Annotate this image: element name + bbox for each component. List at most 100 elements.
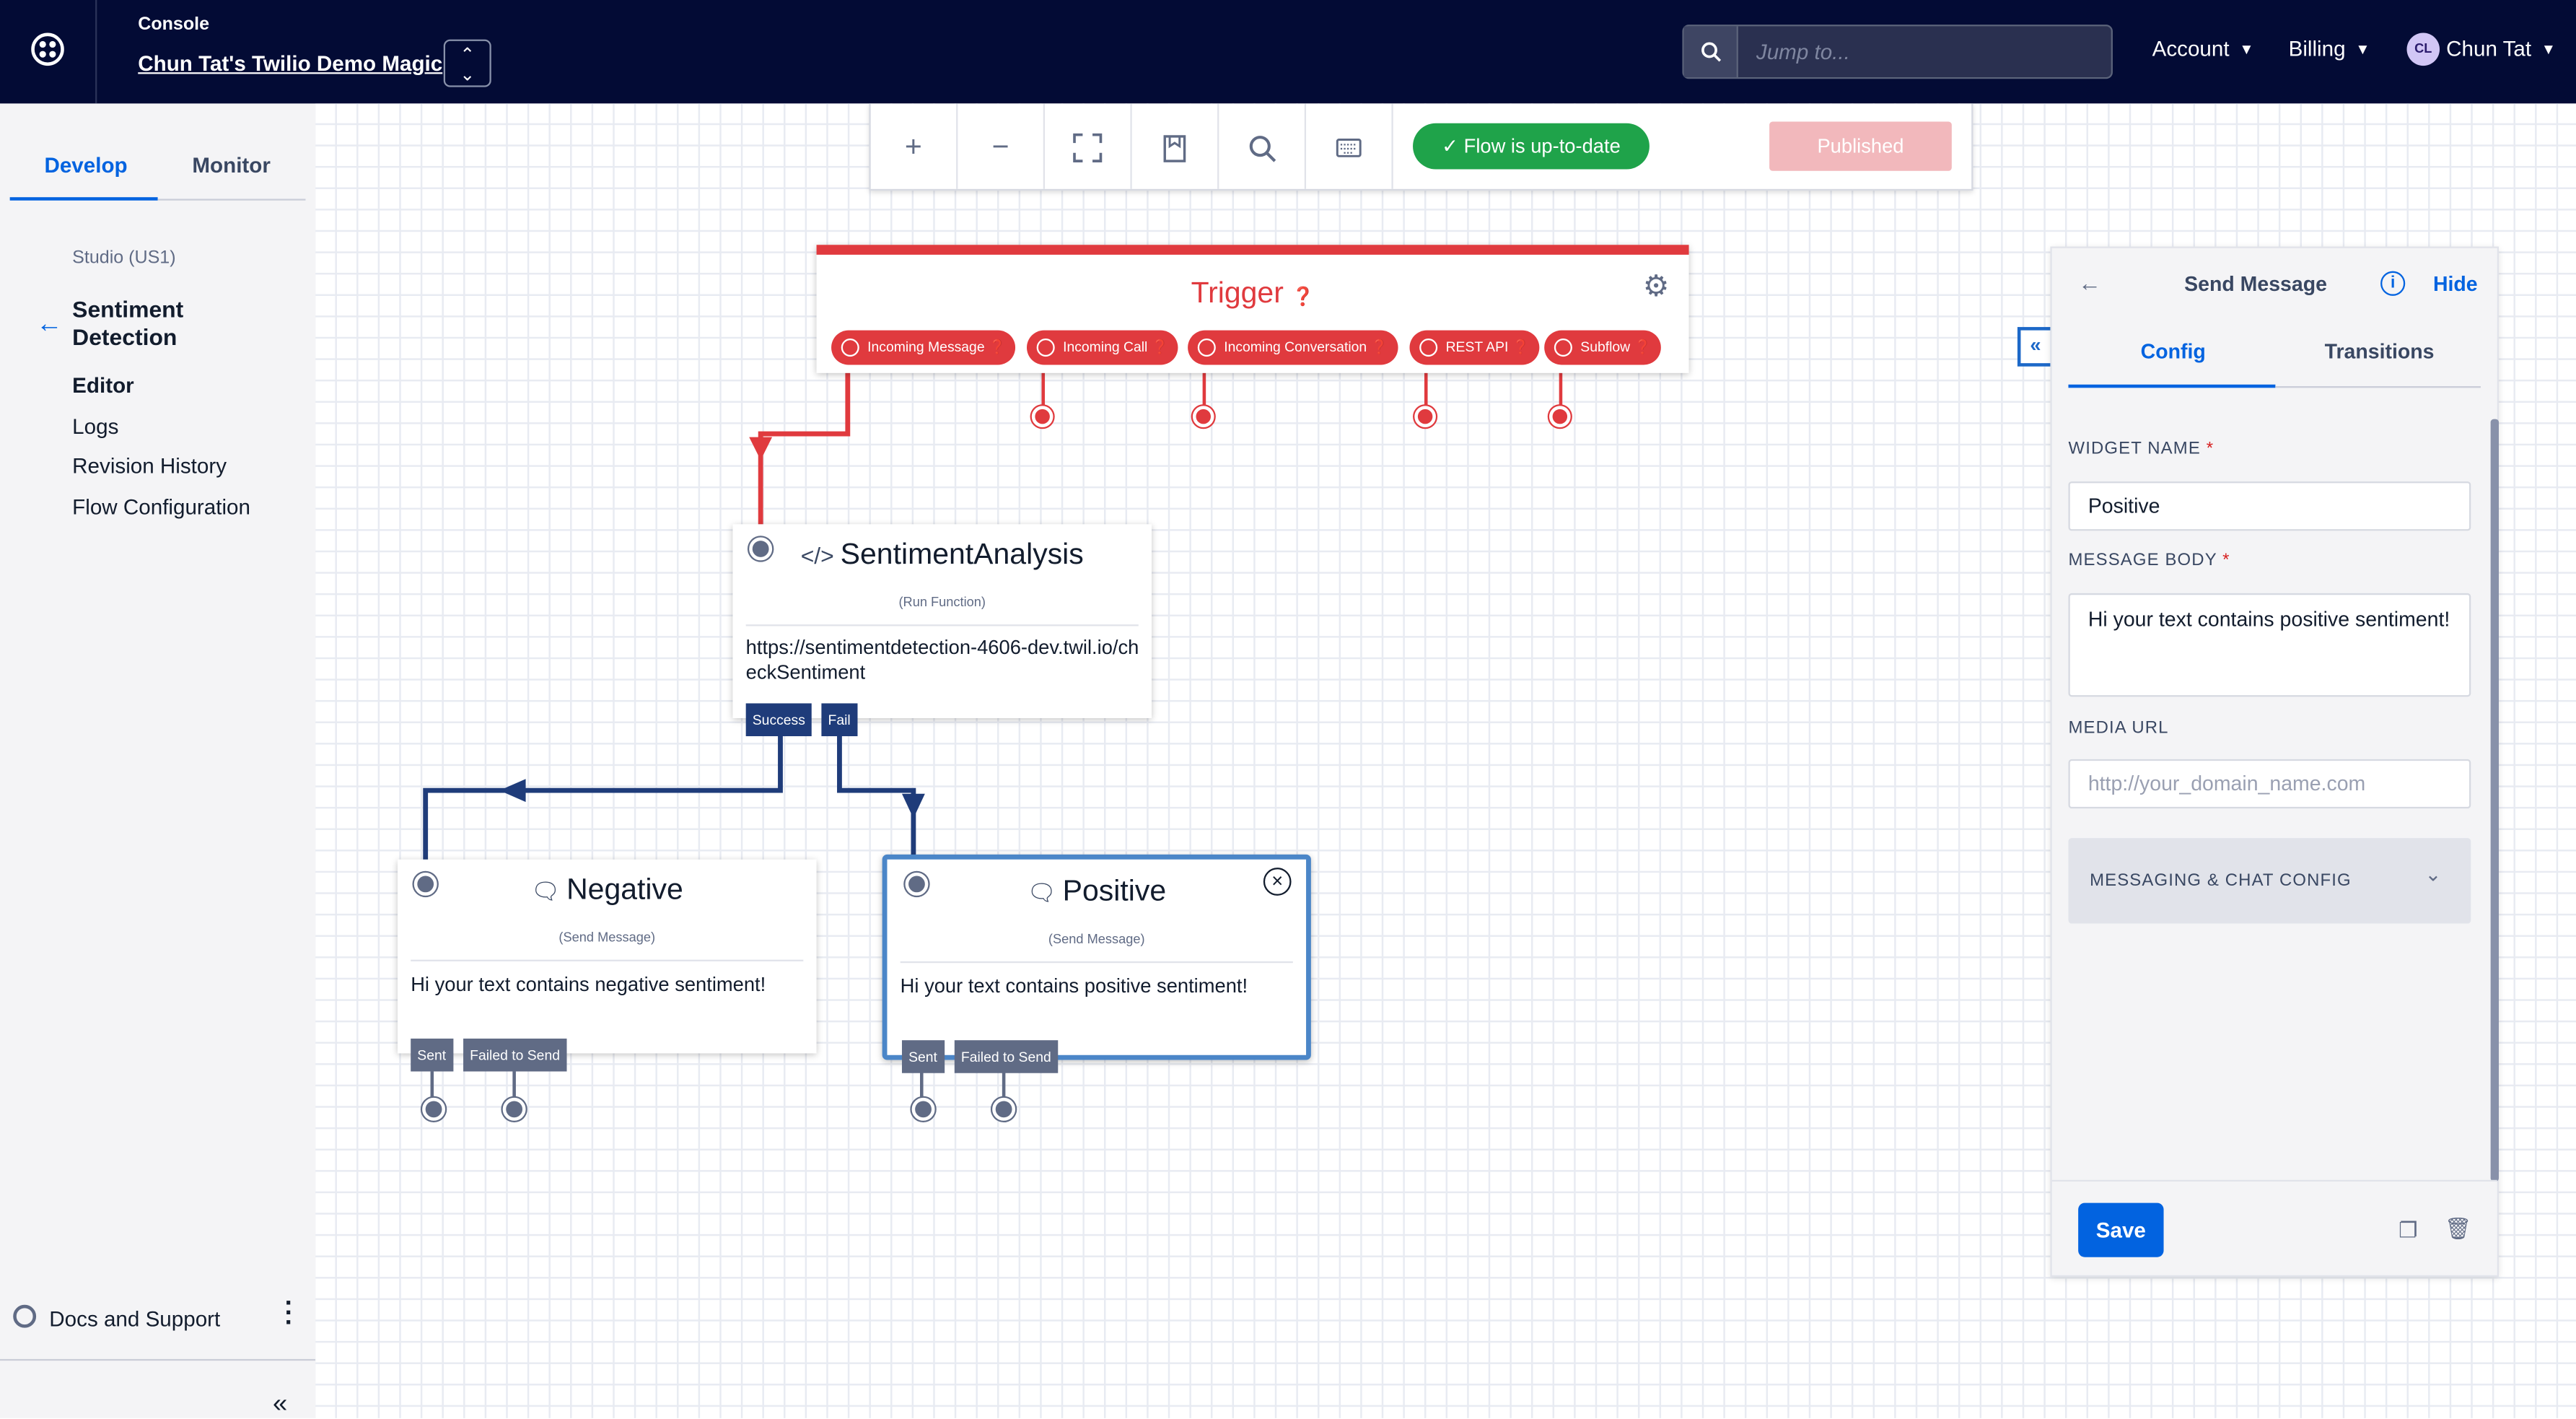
transition-success[interactable]: Success [745,703,812,737]
negative-widget[interactable]: 🗨 Negative (Send Message) Hi your text c… [397,859,817,1072]
trigger-to-sentiment-link [758,354,851,526]
trigger-pill-label: REST API [1445,339,1509,355]
flow-status-badge: ✓ Flow is up-to-date [1413,123,1650,170]
flow-name: Sentiment Detection [72,295,184,350]
gear-icon[interactable]: ⚙ [1643,269,1670,304]
trigger-pill-incoming-call[interactable]: Incoming Call ❓ [1027,330,1179,365]
media-url-input[interactable] [2068,759,2471,809]
trigger-port[interactable] [1031,406,1053,427]
widget-body: Hi your text contains positive sentiment… [900,974,1248,998]
divider [2051,1179,2497,1182]
user-menu[interactable]: Chun Tat ▼ [2446,36,2556,61]
divider [157,198,306,201]
trigger-widget[interactable]: Trigger ❓ ⚙ Incoming Message ❓ Incoming … [816,245,1689,373]
keyboard-icon[interactable] [1306,103,1393,189]
trigger-pill-label: Incoming Conversation [1224,339,1367,355]
copy-icon[interactable]: ❐ [2398,1218,2418,1244]
active-tab-indicator [9,197,158,201]
widget-name-label-text: WIDGET NAME [2068,438,2201,459]
widget-subtitle: (Send Message) [558,930,656,946]
tab-monitor[interactable]: Monitor [192,153,271,178]
search-icon[interactable] [1219,103,1307,189]
billing-menu-label: Billing [2288,36,2346,61]
divider [411,959,804,961]
chevron-down-icon: ⌄ [2424,863,2442,886]
twilio-logo-icon[interactable] [31,32,64,66]
output-port[interactable] [911,1097,935,1121]
collapse-panel-icon[interactable]: « [2017,327,2054,367]
more-options-icon[interactable]: · · · [283,1291,296,1337]
sidebar-item-editor[interactable]: Editor [72,373,134,398]
message-body-textarea[interactable]: Hi your text contains positive sentiment… [2068,593,2471,697]
back-arrow-icon[interactable]: ← [36,310,62,340]
tab-config[interactable]: Config [2141,340,2206,363]
required-mark: * [2206,438,2214,459]
canvas-toolbar: + − ✓ Flow is up-to-date Published [869,103,1973,191]
transition-sent[interactable]: Sent [901,1040,945,1073]
chevron-down-icon: ▼ [2541,40,2557,58]
account-name-link[interactable]: Chun Tat's Twilio Demo Magic [138,51,442,76]
transition-fail[interactable]: Fail [821,703,857,737]
output-port[interactable] [502,1097,526,1121]
trigger-port[interactable] [1192,406,1214,427]
lifebuoy-icon [13,1304,37,1328]
widget-name-label: WIDGET NAME * [2068,439,2214,458]
account-switcher-button[interactable]: ⌃ ⌄ [443,39,491,87]
info-icon[interactable]: i [2380,271,2406,296]
transition-sent[interactable]: Sent [411,1038,453,1072]
account-menu[interactable]: Account ▼ [2152,36,2254,61]
widget-title-text: Negative [566,872,683,906]
divider [745,624,1139,626]
help-icon: ❓ [988,339,1007,355]
account-menu-label: Account [2152,36,2230,61]
widget-body: Hi your text contains negative sentiment… [411,972,766,996]
top-bar: Console Chun Tat's Twilio Demo Magic ⌃ ⌄ … [0,0,2576,104]
messaging-chat-config-accordion[interactable]: MESSAGING & CHAT CONFIG ⌄ [2068,838,2471,924]
sidebar-item-revision-history[interactable]: Revision History [72,453,227,478]
help-icon: ❓ [1634,339,1652,355]
tab-develop[interactable]: Develop [44,153,127,178]
trigger-port[interactable] [1549,406,1571,427]
sidebar-item-flow-configuration[interactable]: Flow Configuration [72,494,250,519]
bookmark-icon[interactable] [1132,103,1219,189]
widget-name-input[interactable] [2068,481,2471,531]
save-button[interactable]: Save [2078,1202,2164,1257]
docs-and-support-link[interactable]: Docs and Support [49,1306,220,1331]
positive-widget[interactable]: 🗨 Positive × (Send Message) Hi your text… [882,854,1311,1073]
panel-scrollbar[interactable] [2490,419,2500,1182]
divider [900,961,1293,964]
output-port[interactable] [422,1097,446,1121]
billing-menu[interactable]: Billing ▼ [2289,36,2370,61]
sidebar-item-logs[interactable]: Logs [72,414,118,439]
transition-failed-to-send[interactable]: Failed to Send [463,1038,567,1072]
help-icon: ❓ [1292,287,1315,307]
trash-icon[interactable]: 🗑 [2445,1216,2472,1242]
sentiment-analysis-widget[interactable]: </> SentimentAnalysis (Run Function) htt… [732,524,1152,737]
publish-button[interactable]: Published [1769,121,1952,171]
trigger-pill-subflow[interactable]: Subflow ❓ [1544,330,1662,365]
trigger-pill-incoming-message[interactable]: Incoming Message ❓ [831,330,1016,365]
collapse-sidebar-icon[interactable]: « [273,1390,287,1418]
media-url-label: MEDIA URL [2068,717,2169,738]
trigger-pill-rest-api[interactable]: REST API ❓ [1409,330,1540,365]
divider [95,0,97,104]
zoom-in-icon[interactable]: + [871,103,958,189]
output-port[interactable] [992,1097,1016,1121]
tab-transitions[interactable]: Transitions [2325,340,2435,363]
message-body-label-text: MESSAGE BODY [2068,550,2217,571]
arrow-down-icon [749,437,773,460]
close-icon[interactable]: × [1263,868,1292,896]
check-icon: ✓ [1442,134,1464,158]
trigger-port[interactable] [1414,406,1436,427]
trigger-pill-label: Incoming Message [867,339,985,355]
trigger-pill-incoming-conversation[interactable]: Incoming Conversation ❓ [1188,330,1398,365]
jump-to-input[interactable] [1740,26,2111,78]
zoom-out-icon[interactable]: − [958,103,1046,189]
avatar[interactable]: CL [2406,32,2440,66]
transition-failed-to-send[interactable]: Failed to Send [954,1040,1058,1073]
fit-screen-icon[interactable] [1045,103,1132,189]
widget-title: 🗨 Positive [887,874,1306,909]
hide-panel-button[interactable]: Hide [2433,273,2478,296]
fail-to-positive-link [837,736,916,862]
search-icon[interactable] [1683,26,1738,78]
